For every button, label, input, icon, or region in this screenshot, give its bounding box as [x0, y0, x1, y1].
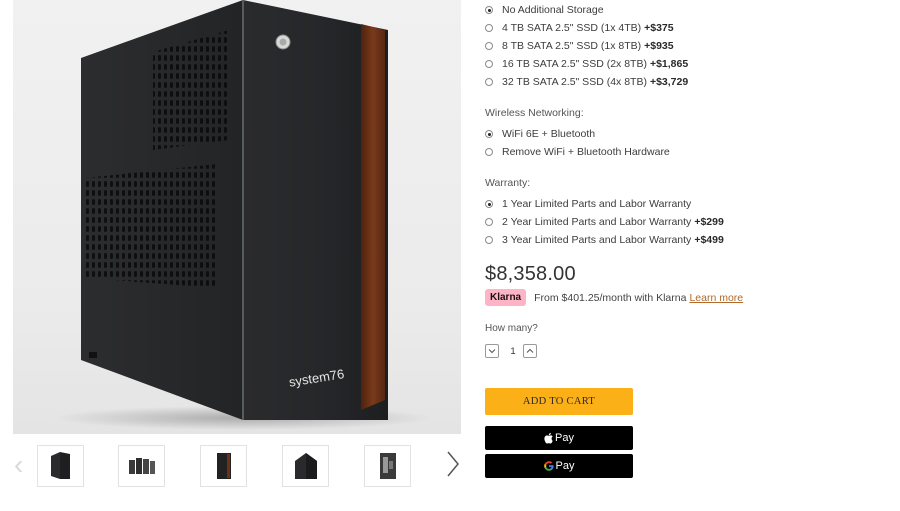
radio-icon[interactable]	[485, 24, 493, 32]
warranty-option-1yr[interactable]: 1 Year Limited Parts and Labor Warranty	[485, 196, 691, 212]
quantity-decrease-button[interactable]	[485, 344, 499, 358]
radio-icon[interactable]	[485, 42, 493, 50]
wireless-group-label: Wireless Networking:	[485, 107, 584, 119]
quantity-value[interactable]: 1	[508, 346, 518, 357]
option-label: 32 TB SATA 2.5" SSD (4x 8TB)	[502, 76, 647, 88]
thumbnail-5[interactable]	[364, 445, 411, 487]
carousel-prev-icon[interactable]: ‹	[14, 448, 28, 482]
chevron-up-icon	[526, 348, 534, 353]
option-label: 3 Year Limited Parts and Labor Warranty	[502, 234, 692, 246]
option-label: 4 TB SATA 2.5" SSD (1x 4TB)	[502, 22, 642, 34]
add-to-cart-button[interactable]: ADD TO CART	[485, 388, 633, 415]
option-label: 1 Year Limited Parts and Labor Warranty	[502, 198, 692, 210]
google-pay-label: Pay	[555, 460, 575, 472]
product-main-image[interactable]: system76	[13, 0, 461, 434]
option-price: +$499	[694, 234, 724, 246]
option-label: 2 Year Limited Parts and Labor Warranty	[502, 216, 692, 228]
klarna-financing: Klarna From $401.25/month with Klarna Le…	[485, 289, 743, 306]
radio-selected-icon[interactable]	[485, 130, 493, 138]
storage-option-32tb[interactable]: 32 TB SATA 2.5" SSD (4x 8TB) +$3,729	[485, 74, 688, 90]
klarna-text: From $401.25/month with Klarna	[534, 291, 687, 304]
option-price: +$375	[644, 22, 674, 34]
chevron-down-icon	[488, 349, 496, 354]
carousel-next-icon[interactable]	[444, 446, 462, 482]
thumbnail-2[interactable]	[118, 445, 165, 487]
option-price: +$1,865	[649, 58, 689, 70]
option-label: WiFi 6E + Bluetooth	[502, 128, 596, 140]
desktop-tower-illustration: system76	[53, 0, 433, 430]
quantity-label: How many?	[485, 323, 538, 334]
thumbnail-4[interactable]	[282, 445, 329, 487]
storage-option-16tb[interactable]: 16 TB SATA 2.5" SSD (2x 8TB) +$1,865	[485, 56, 688, 72]
storage-option-none[interactable]: No Additional Storage	[485, 2, 604, 18]
radio-selected-icon[interactable]	[485, 200, 493, 208]
quantity-increase-button[interactable]	[523, 344, 537, 358]
thumbnail-carousel: ‹	[0, 440, 470, 500]
option-price: +$299	[694, 216, 724, 228]
option-label: 16 TB SATA 2.5" SSD (2x 8TB)	[502, 58, 647, 70]
radio-icon[interactable]	[485, 148, 493, 156]
radio-icon[interactable]	[485, 78, 493, 86]
radio-icon[interactable]	[485, 218, 493, 226]
radio-selected-icon[interactable]	[485, 6, 493, 14]
radio-icon[interactable]	[485, 236, 493, 244]
warranty-group-label: Warranty:	[485, 177, 531, 189]
warranty-option-3yr[interactable]: 3 Year Limited Parts and Labor Warranty …	[485, 232, 724, 248]
storage-option-4tb[interactable]: 4 TB SATA 2.5" SSD (1x 4TB) +$375	[485, 20, 674, 36]
wireless-option-wifi6e[interactable]: WiFi 6E + Bluetooth	[485, 126, 595, 142]
google-icon	[543, 461, 554, 471]
wireless-option-remove[interactable]: Remove WiFi + Bluetooth Hardware	[485, 144, 670, 160]
thumbnail-1[interactable]	[37, 445, 84, 487]
storage-option-8tb[interactable]: 8 TB SATA 2.5" SSD (1x 8TB) +$935	[485, 38, 674, 54]
option-label: Remove WiFi + Bluetooth Hardware	[502, 146, 670, 158]
total-price: $8,358.00	[485, 263, 576, 285]
radio-icon[interactable]	[485, 60, 493, 68]
apple-pay-button[interactable]: Pay	[485, 426, 633, 450]
apple-pay-label: Pay	[555, 432, 574, 444]
google-pay-button[interactable]: Pay	[485, 454, 633, 478]
option-price: +$3,729	[649, 76, 689, 88]
klarna-logo: Klarna	[485, 289, 527, 306]
klarna-learn-more-link[interactable]: Learn more	[689, 292, 743, 304]
option-label: 8 TB SATA 2.5" SSD (1x 8TB)	[502, 40, 642, 52]
apple-icon	[544, 432, 553, 444]
option-price: +$935	[644, 40, 674, 52]
option-label: No Additional Storage	[502, 4, 604, 16]
warranty-option-2yr[interactable]: 2 Year Limited Parts and Labor Warranty …	[485, 214, 724, 230]
thumbnail-3[interactable]	[200, 445, 247, 487]
